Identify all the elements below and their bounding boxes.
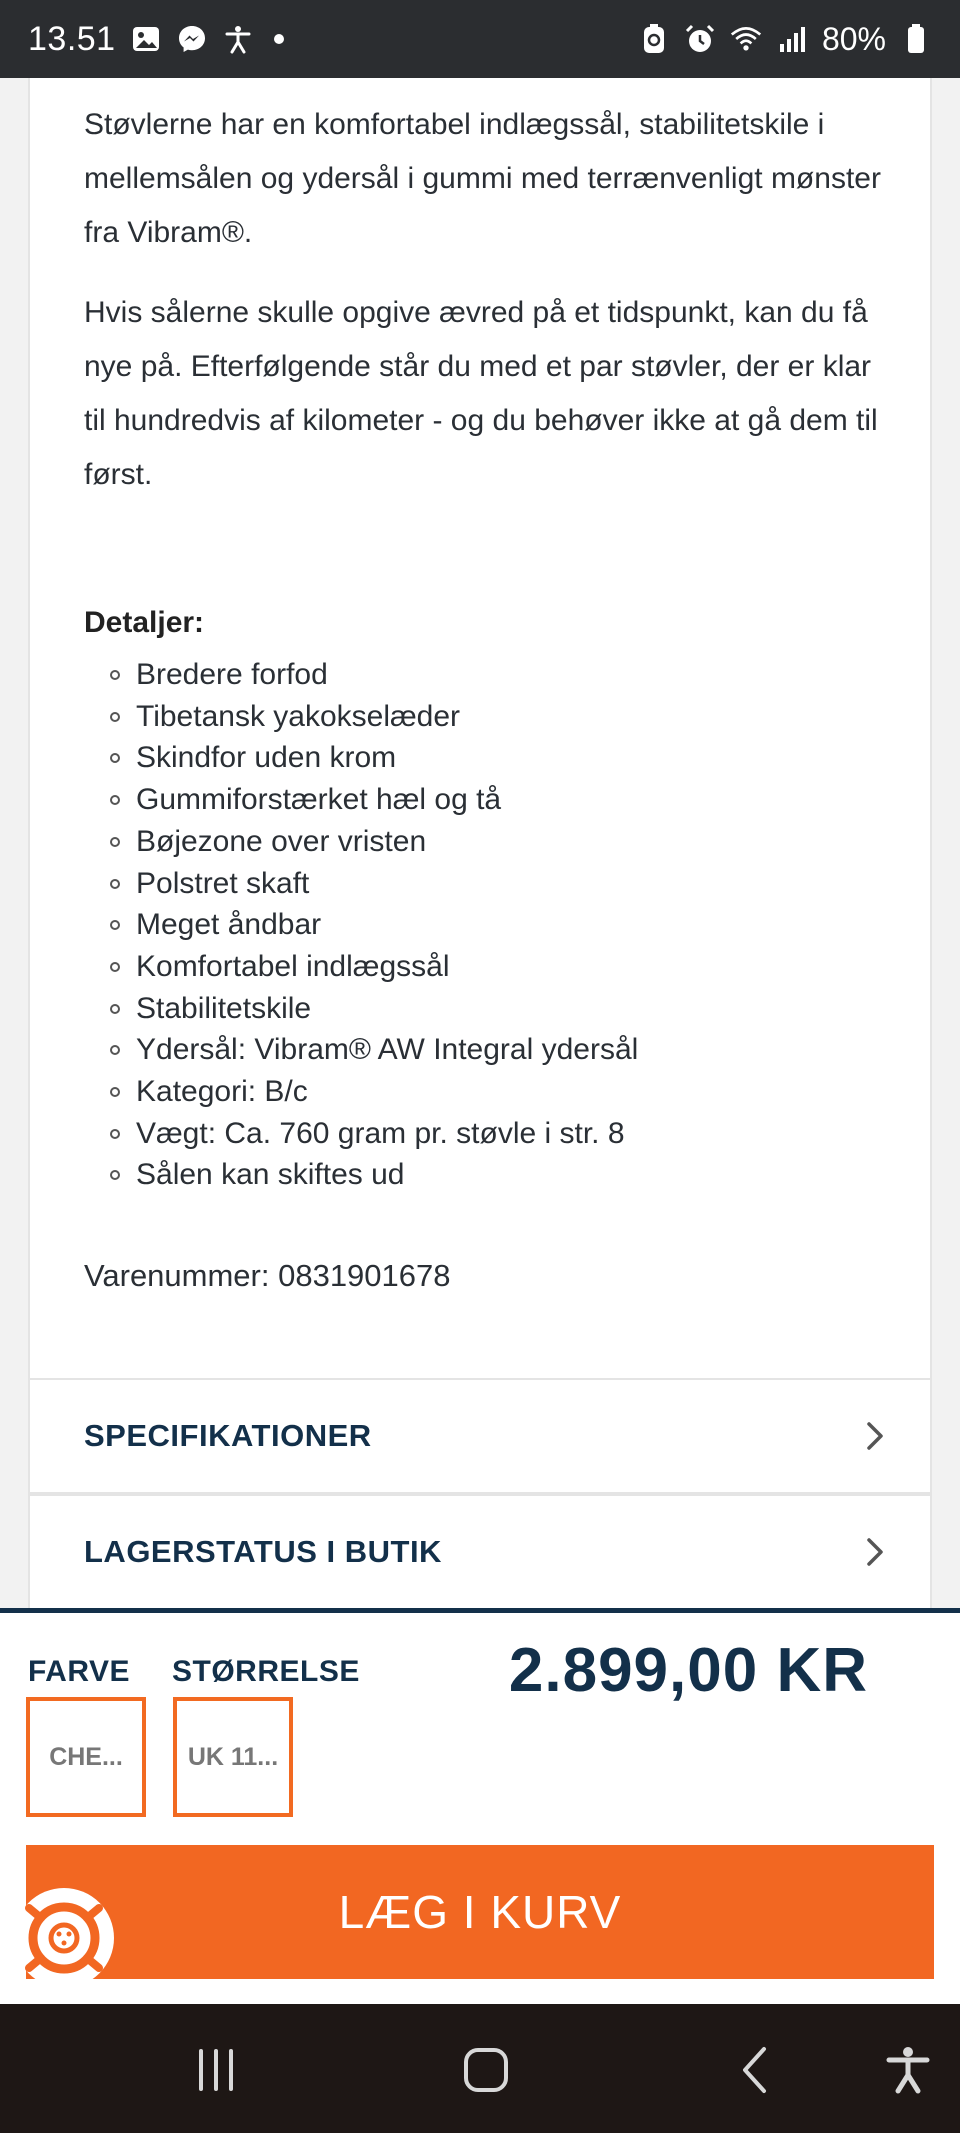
recents-icon xyxy=(199,2049,233,2091)
list-item: Tibetansk yakokselæder xyxy=(110,696,638,738)
alarm-icon xyxy=(684,23,716,55)
battery-percent: 80% xyxy=(821,20,886,57)
battery-icon xyxy=(900,23,932,55)
list-item: Ydersål: Vibram® AW Integral ydersål xyxy=(110,1029,638,1071)
list-item: Bredere forfod xyxy=(110,654,638,696)
status-time: 13.51 xyxy=(28,19,116,58)
list-item: Meget åndbar xyxy=(110,904,638,946)
accessibility-button[interactable] xyxy=(878,2040,938,2100)
price: 2.899,00 KR xyxy=(508,1636,868,1705)
sku-number: Varenummer: 0831901678 xyxy=(84,1258,451,1293)
chat-help-button[interactable] xyxy=(14,1888,114,1988)
system-nav-bar xyxy=(0,2004,960,2133)
color-selector[interactable]: CHE... xyxy=(26,1697,146,1817)
accordion-label: LAGERSTATUS I BUTIK xyxy=(84,1534,442,1569)
wifi-icon xyxy=(730,23,762,55)
chevron-right-icon xyxy=(867,1538,883,1566)
notification-dot xyxy=(273,34,284,44)
accessibility-icon xyxy=(222,23,254,55)
home-icon xyxy=(464,2048,508,2092)
list-item: Komfortabel indlægssål xyxy=(110,946,638,988)
gallery-icon xyxy=(130,23,162,55)
list-item: Polstret skaft xyxy=(110,863,638,905)
color-label: FARVE xyxy=(28,1655,130,1688)
back-button[interactable] xyxy=(726,2040,786,2100)
specifications-accordion[interactable]: SPECIFIKATIONER xyxy=(28,1378,932,1494)
list-item: Skindfor uden krom xyxy=(110,737,638,779)
details-heading: Detaljer: xyxy=(84,606,205,639)
home-button[interactable] xyxy=(456,2040,516,2100)
status-bar: 13.51 80% xyxy=(0,0,960,78)
list-item: Sålen kan skiftes ud xyxy=(110,1154,638,1196)
messenger-icon xyxy=(176,23,208,55)
list-item: Gummiforstærket hæl og tå xyxy=(110,779,638,821)
list-item: Vægt: Ca. 760 gram pr. støvle i str. 8 xyxy=(110,1113,638,1155)
accordion-label: SPECIFIKATIONER xyxy=(84,1418,372,1453)
battery-saver-icon xyxy=(638,23,670,55)
size-label: STØRRELSE xyxy=(172,1655,360,1688)
chevron-right-icon xyxy=(867,1422,883,1450)
description-paragraph: Hvis sålerne skulle opgive ævred på et t… xyxy=(84,296,878,491)
list-item: Kategori: B/c xyxy=(110,1071,638,1113)
accessibility-icon xyxy=(886,2047,930,2094)
back-icon xyxy=(743,2047,766,2093)
lifebuoy-icon xyxy=(25,1902,103,1974)
signal-icon xyxy=(776,23,808,55)
list-item: Stabilitetskile xyxy=(110,988,638,1030)
list-item: Bøjezone over vristen xyxy=(110,821,638,863)
size-selector[interactable]: UK 11... xyxy=(173,1697,293,1817)
product-description-card: Støvlerne har en komfortabel indlægssål,… xyxy=(28,78,932,1378)
description-paragraph: Støvlerne har en komfortabel indlægssål,… xyxy=(84,108,881,249)
buy-bar: FARVE STØRRELSE CHE... UK 11... 2.899,00… xyxy=(0,1608,960,2004)
add-to-cart-button[interactable]: LÆG I KURV xyxy=(26,1845,934,1979)
details-list: Bredere forfod Tibetansk yakokselæder Sk… xyxy=(110,654,638,1196)
recent-apps-button[interactable] xyxy=(186,2040,246,2100)
store-stock-accordion[interactable]: LAGERSTATUS I BUTIK xyxy=(28,1494,932,1610)
